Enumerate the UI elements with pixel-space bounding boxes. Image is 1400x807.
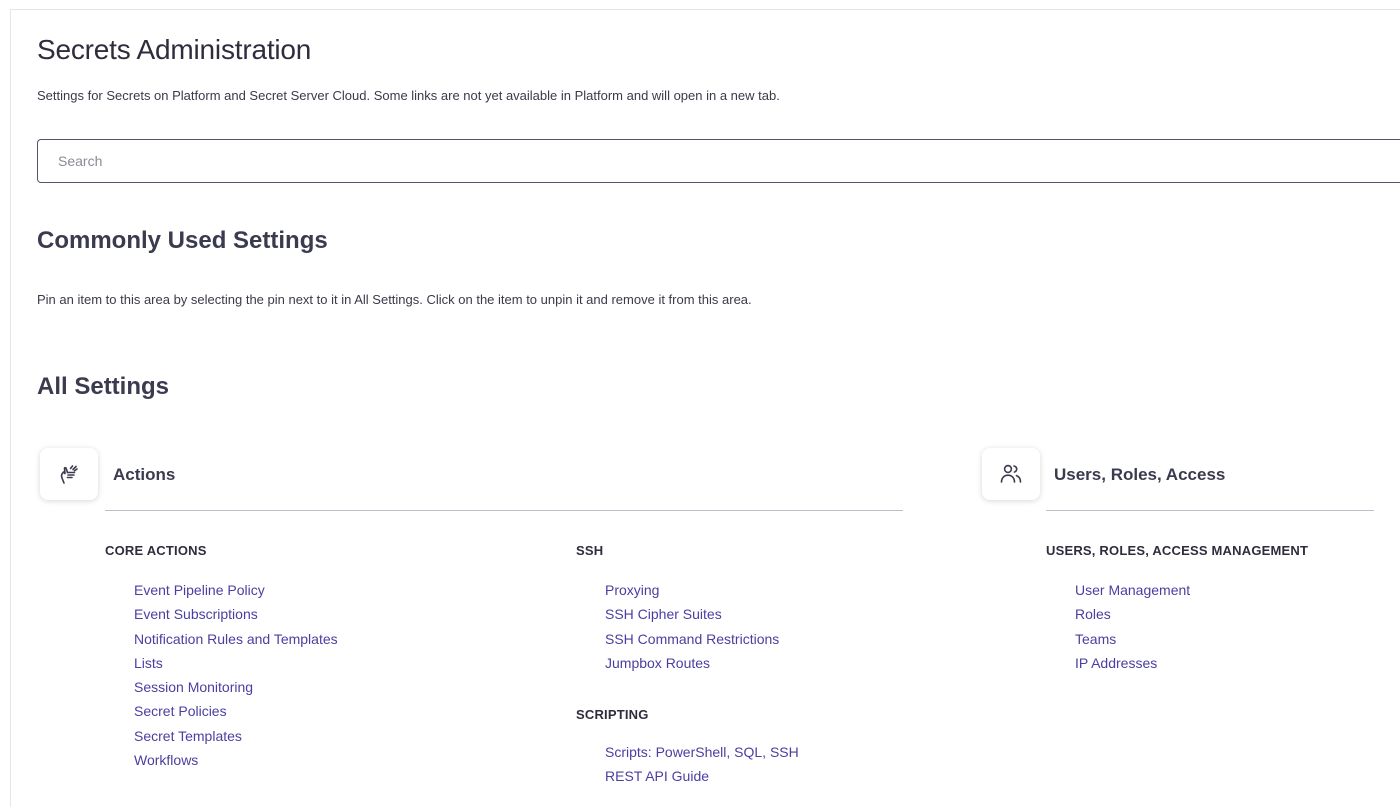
link-session-monitoring[interactable]: Session Monitoring: [134, 675, 338, 699]
link-ip-addresses[interactable]: IP Addresses: [1075, 651, 1190, 675]
page-subtitle: Settings for Secrets on Platform and Sec…: [37, 88, 780, 103]
ssh-list: Proxying SSH Cipher Suites SSH Command R…: [605, 578, 779, 675]
link-scripts[interactable]: Scripts: PowerShell, SQL, SSH: [605, 740, 799, 764]
link-lists[interactable]: Lists: [134, 651, 338, 675]
users-category-icon: [982, 448, 1040, 500]
link-workflows[interactable]: Workflows: [134, 748, 338, 772]
link-secret-templates[interactable]: Secret Templates: [134, 724, 338, 748]
link-ssh-command-restrictions[interactable]: SSH Command Restrictions: [605, 627, 779, 651]
users-divider: [1046, 510, 1374, 511]
link-teams[interactable]: Teams: [1075, 627, 1190, 651]
link-event-subscriptions[interactable]: Event Subscriptions: [134, 602, 338, 626]
link-event-pipeline-policy[interactable]: Event Pipeline Policy: [134, 578, 338, 602]
link-user-management[interactable]: User Management: [1075, 578, 1190, 602]
actions-category-title: Actions: [113, 465, 176, 484]
core-actions-list: Event Pipeline Policy Event Subscription…: [134, 578, 338, 772]
search-input[interactable]: [37, 139, 1400, 183]
actions-category-icon: [40, 448, 98, 500]
scripting-list: Scripts: PowerShell, SQL, SSH REST API G…: [605, 740, 799, 789]
link-jumpbox-routes[interactable]: Jumpbox Routes: [605, 651, 779, 675]
link-rest-api-guide[interactable]: REST API Guide: [605, 764, 799, 788]
all-settings-heading: All Settings: [37, 373, 170, 400]
link-notification-rules-templates[interactable]: Notification Rules and Templates: [134, 627, 338, 651]
commonly-used-heading: Commonly Used Settings: [37, 227, 328, 254]
users-icon: [1000, 464, 1022, 483]
actions-divider: [105, 510, 903, 511]
hand-pointer-icon: [60, 465, 78, 484]
link-ssh-cipher-suites[interactable]: SSH Cipher Suites: [605, 602, 779, 626]
scripting-heading: SCRIPTING: [576, 707, 649, 722]
link-proxying[interactable]: Proxying: [605, 578, 779, 602]
link-secret-policies[interactable]: Secret Policies: [134, 699, 338, 723]
commonly-used-note: Pin an item to this area by selecting th…: [37, 292, 752, 307]
users-roles-access-list: User Management Roles Teams IP Addresses: [1075, 578, 1190, 675]
ssh-heading: SSH: [576, 543, 604, 558]
core-actions-heading: CORE ACTIONS: [105, 543, 207, 558]
users-roles-access-heading: USERS, ROLES, ACCESS MANAGEMENT: [1046, 543, 1309, 558]
page-title: Secrets Administration: [37, 34, 312, 65]
link-roles[interactable]: Roles: [1075, 602, 1190, 626]
users-category-title: Users, Roles, Access: [1054, 465, 1226, 484]
